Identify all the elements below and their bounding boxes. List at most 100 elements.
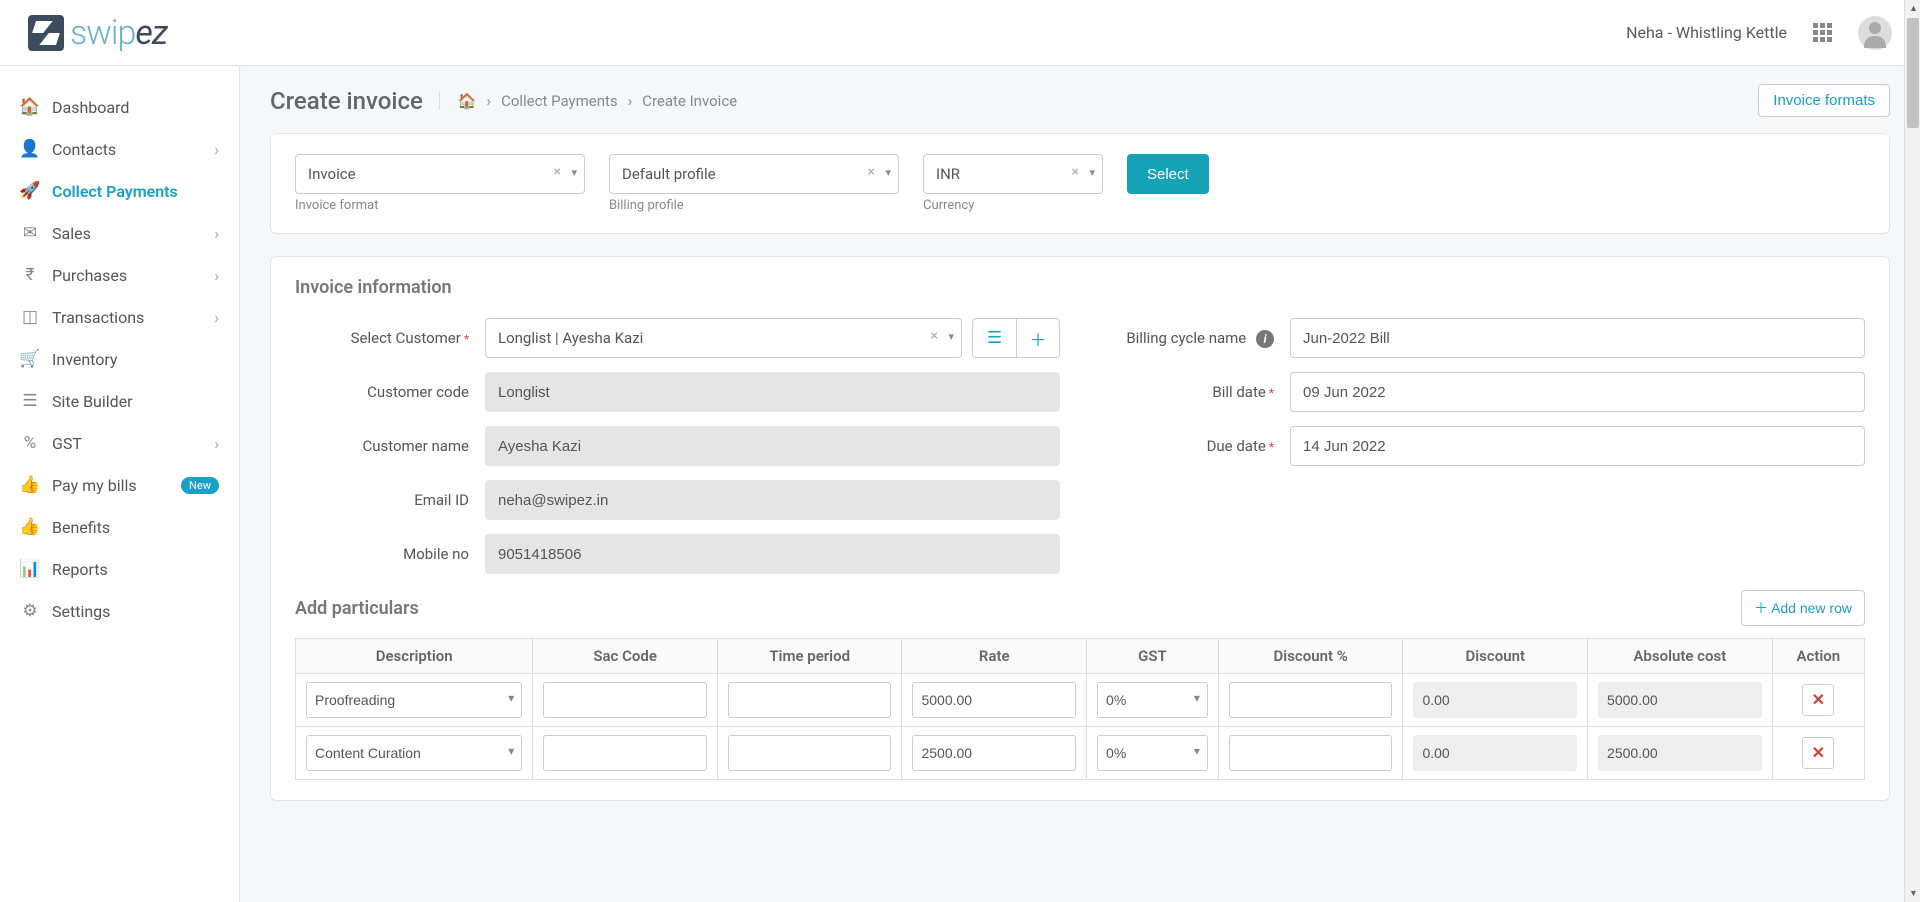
bill-date-label: Bill date: [1100, 383, 1290, 401]
app-switcher-icon[interactable]: [1813, 23, 1832, 42]
sidebar-item-label: Benefits: [52, 518, 110, 537]
select-button[interactable]: Select: [1127, 154, 1209, 194]
time-input[interactable]: [728, 682, 892, 718]
billing-cycle-input[interactable]: [1290, 318, 1865, 358]
user-label[interactable]: Neha - Whistling Kettle: [1626, 23, 1787, 42]
invoice-format-select[interactable]: Invoice × ▾: [295, 154, 585, 194]
sidebar-item-label: Pay my bills: [52, 476, 137, 495]
sidebar-item-label: GST: [52, 434, 82, 453]
logo[interactable]: swipez: [28, 13, 167, 53]
select-customer-label: Select Customer: [295, 329, 485, 347]
home-icon[interactable]: 🏠: [458, 92, 477, 110]
plus-icon: ＋: [1754, 600, 1768, 616]
email-input: [485, 480, 1060, 520]
add-new-row-button[interactable]: ＋ Add new row: [1741, 590, 1865, 626]
clear-icon[interactable]: ×: [554, 164, 561, 180]
sidebar-item-pay-my-bills[interactable]: 👍 Pay my billsNew: [0, 464, 239, 506]
sidebar-icon: 👤: [20, 139, 40, 159]
currency-select[interactable]: INR × ▾: [923, 154, 1103, 194]
sidebar-item-collect-payments[interactable]: 🚀 Collect Payments: [0, 170, 239, 212]
col-action: Action: [1772, 639, 1864, 674]
discount-pct-input[interactable]: [1229, 735, 1393, 771]
scroll-up-icon[interactable]: ▲: [1909, 3, 1918, 14]
sidebar-item-sales[interactable]: ✉ Sales›: [0, 212, 239, 254]
chevron-right-icon: ›: [487, 92, 492, 110]
chevron-down-icon: ▾: [885, 166, 891, 179]
table-row: Proofreading 0% ✕: [296, 674, 1865, 727]
sidebar-icon: ₹: [20, 265, 40, 285]
table-row: Content Curation 0% ✕: [296, 727, 1865, 780]
sidebar-icon: 👍: [20, 475, 40, 495]
due-date-label: Due date: [1100, 437, 1290, 455]
scroll-down-icon[interactable]: ▼: [1909, 888, 1918, 899]
customer-list-icon[interactable]: ☰: [972, 318, 1016, 358]
rate-input[interactable]: [912, 735, 1076, 771]
clear-icon[interactable]: ×: [931, 328, 938, 344]
sidebar-item-gst[interactable]: % GST›: [0, 422, 239, 464]
sidebar-item-purchases[interactable]: ₹ Purchases›: [0, 254, 239, 296]
logo-mark: [28, 15, 64, 51]
sac-input[interactable]: [543, 682, 707, 718]
delete-row-button[interactable]: ✕: [1802, 684, 1834, 716]
breadcrumb: 🏠 › Collect Payments › Create Invoice: [439, 92, 737, 110]
sidebar-item-label: Contacts: [52, 140, 116, 159]
sidebar: 🏠 Dashboard👤 Contacts›🚀 Collect Payments…: [0, 66, 240, 902]
discount-input: [1413, 735, 1577, 771]
bill-date-input[interactable]: [1290, 372, 1865, 412]
chevron-down-icon: ▾: [571, 166, 577, 179]
clear-icon[interactable]: ×: [1072, 164, 1079, 180]
sidebar-item-reports[interactable]: 📊 Reports: [0, 548, 239, 590]
email-label: Email ID: [295, 491, 485, 509]
logo-text: swipez: [70, 13, 167, 53]
discount-pct-input[interactable]: [1229, 682, 1393, 718]
sidebar-item-label: Site Builder: [52, 392, 133, 411]
sidebar-icon: 📊: [20, 559, 40, 579]
particulars-title: Add particulars: [295, 598, 419, 619]
currency-label: Currency: [923, 198, 1103, 213]
col-discpct: Discount %: [1218, 639, 1403, 674]
user-avatar[interactable]: [1858, 16, 1892, 50]
sidebar-item-site-builder[interactable]: ☰ Site Builder: [0, 380, 239, 422]
customer-name-input: [485, 426, 1060, 466]
time-input[interactable]: [728, 735, 892, 771]
col-description: Description: [296, 639, 533, 674]
chevron-right-icon: ›: [628, 92, 633, 110]
sidebar-icon: ⚙: [20, 601, 40, 621]
mobile-input: [485, 534, 1060, 574]
gst-select[interactable]: 0%: [1097, 682, 1208, 718]
sidebar-item-label: Reports: [52, 560, 108, 579]
billing-profile-select[interactable]: Default profile × ▾: [609, 154, 899, 194]
sidebar-item-settings[interactable]: ⚙ Settings: [0, 590, 239, 632]
sidebar-item-label: Inventory: [52, 350, 118, 369]
sidebar-icon: 🛒: [20, 349, 40, 369]
delete-row-button[interactable]: ✕: [1802, 737, 1834, 769]
select-customer-input[interactable]: Longlist | Ayesha Kazi × ▾: [485, 318, 962, 358]
customer-code-label: Customer code: [295, 383, 485, 401]
billing-profile-label: Billing profile: [609, 198, 899, 213]
due-date-input[interactable]: [1290, 426, 1865, 466]
sidebar-item-contacts[interactable]: 👤 Contacts›: [0, 128, 239, 170]
description-select[interactable]: Proofreading: [306, 682, 522, 718]
add-customer-icon[interactable]: ＋: [1016, 318, 1060, 358]
sidebar-item-label: Settings: [52, 602, 110, 621]
gst-select[interactable]: 0%: [1097, 735, 1208, 771]
info-icon[interactable]: i: [1256, 330, 1274, 348]
sac-input[interactable]: [543, 735, 707, 771]
col-gst: GST: [1087, 639, 1219, 674]
col-abs: Absolute cost: [1588, 639, 1773, 674]
scrollbar[interactable]: ▲ ▼: [1904, 0, 1920, 902]
description-select[interactable]: Content Curation: [306, 735, 522, 771]
sidebar-item-inventory[interactable]: 🛒 Inventory: [0, 338, 239, 380]
rate-input[interactable]: [912, 682, 1076, 718]
breadcrumb-collect-payments[interactable]: Collect Payments: [501, 92, 618, 110]
sidebar-item-dashboard[interactable]: 🏠 Dashboard: [0, 86, 239, 128]
sidebar-item-transactions[interactable]: ◫ Transactions›: [0, 296, 239, 338]
clear-icon[interactable]: ×: [868, 164, 875, 180]
page-title: Create invoice: [270, 87, 423, 115]
sidebar-item-label: Purchases: [52, 266, 127, 285]
billing-cycle-label: Billing cycle name i: [1100, 329, 1290, 348]
sidebar-item-benefits[interactable]: 👍 Benefits: [0, 506, 239, 548]
scrollbar-thumb[interactable]: [1907, 18, 1919, 128]
chevron-down-icon: ▾: [1089, 166, 1095, 179]
invoice-formats-button[interactable]: Invoice formats: [1758, 84, 1890, 117]
